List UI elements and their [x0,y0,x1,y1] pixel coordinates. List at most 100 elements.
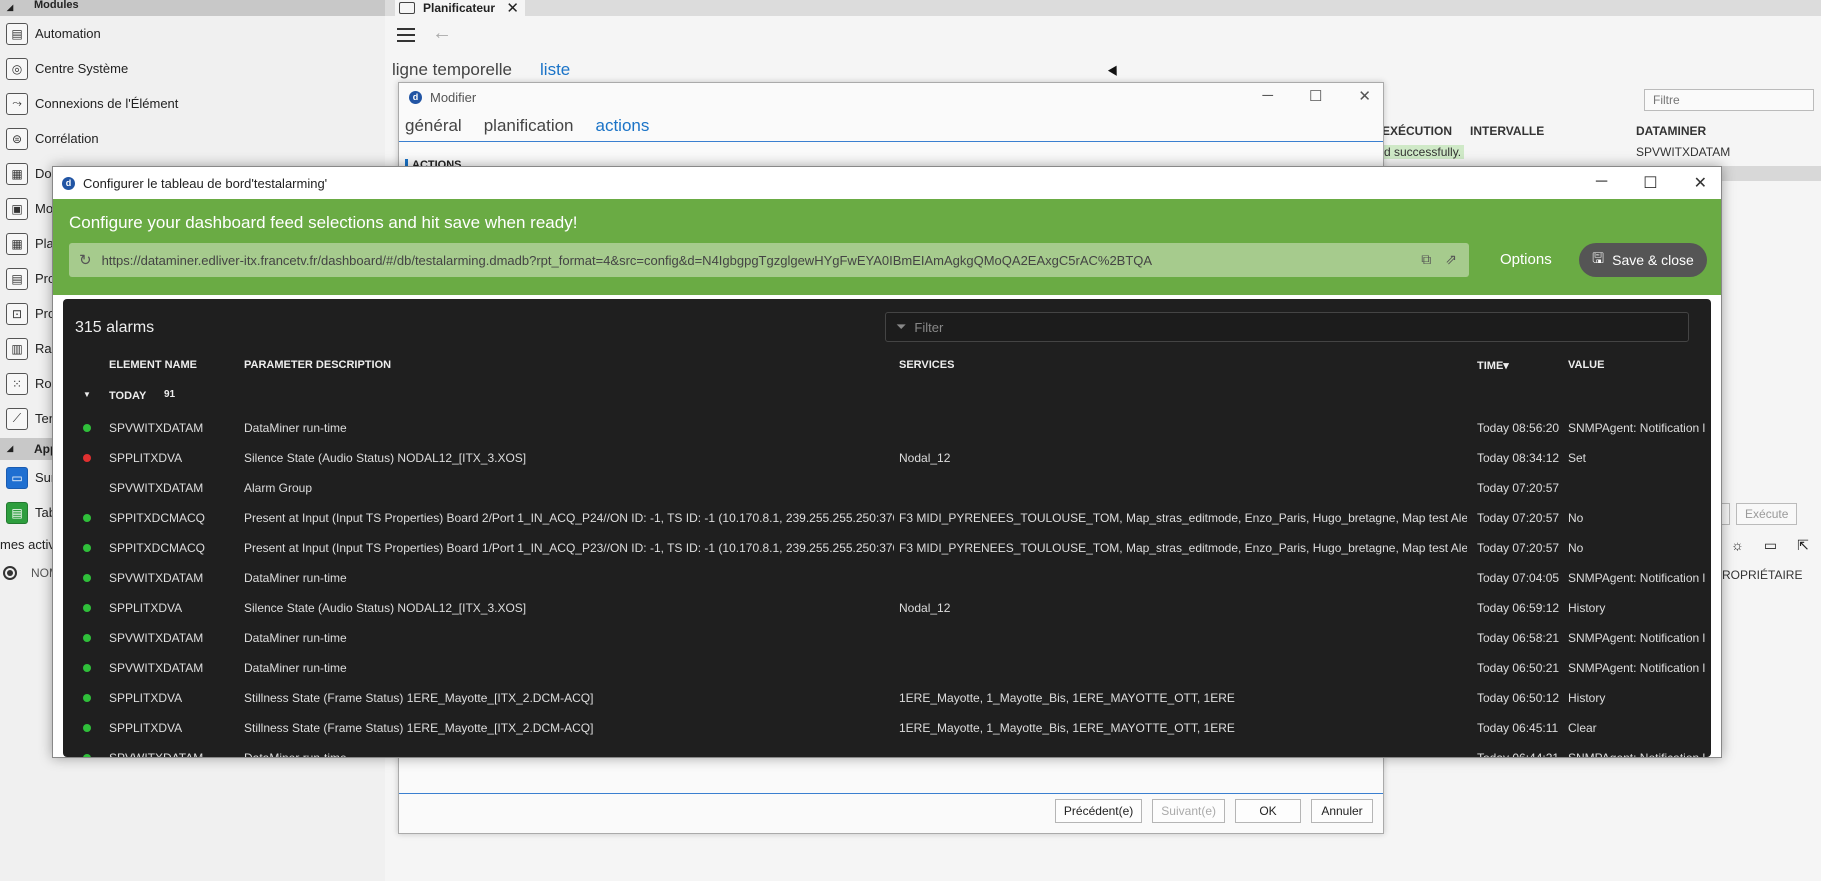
lightbulb-icon[interactable]: ☼ [1731,537,1744,554]
severity-dot-icon [83,454,91,462]
element-cell: SPVWITXDATAM [109,661,204,675]
refresh-icon[interactable]: ↻ [79,251,92,269]
calendar-icon: ▦ [6,232,28,255]
column-header-interval[interactable]: INTERVALLE [1464,124,1636,138]
tab-planification[interactable]: planification [484,116,574,136]
alarm-row[interactable]: SPPITXDCMACQ Present at Input (Input TS P… [63,503,1711,533]
time-cell: Today 06:44:21 [1477,751,1567,757]
column-header-execution[interactable]: EXÉCUTION [1382,124,1464,138]
close-icon[interactable]: ✕ [1694,173,1707,193]
severity-dot-icon [83,604,91,612]
options-button[interactable]: Options [1500,251,1552,268]
table-row[interactable]: d successfully. SPVWITXDATAM [1382,145,1730,159]
alarm-filter-placeholder: Filter [914,319,944,335]
alarm-row[interactable]: SPPLITXDVA Stillness State (Frame Status)… [63,713,1711,743]
ok-button[interactable]: OK [1235,799,1301,823]
severity-dot-icon [83,724,91,732]
document-icon: ▦ [6,162,28,185]
sidebar-item-label: Mo [35,201,54,216]
dashboard-url-field[interactable]: ↻ https://dataminer.edliver-itx.francetv… [69,243,1469,277]
connections-icon: ⤳ [6,92,28,115]
alarm-row[interactable]: SPVWITXDATAM Alarm Group Today 07:20:57 [63,473,1711,503]
severity-dot-icon [83,694,91,702]
modules-header[interactable]: ◢ Modules [0,0,385,16]
modify-titlebar[interactable]: d Modifier ─ ☐ ✕ [399,83,1383,111]
window-icon[interactable]: ▭ [1764,537,1777,554]
group-today[interactable]: ▼ TODAY 91 [63,384,1711,410]
column-header-dataminer[interactable]: DATAMINER [1636,124,1756,138]
sidebar-item-3[interactable]: ⊜ Corrélation [0,121,385,156]
value-cell: Set [1568,451,1587,465]
cancel-button[interactable]: Annuler [1311,799,1373,823]
owner-column-header[interactable]: ROPRIÉTAIRE [1722,568,1802,582]
tab-scheduler[interactable]: Planificateur ✕ [395,0,525,17]
time-cell: Today 07:20:57 [1477,541,1560,555]
tabs-divider [399,141,1383,142]
tab-general[interactable]: général [405,116,462,136]
collapse-triangle-icon[interactable]: ▼ [83,390,91,399]
group-label: TODAY [109,390,147,402]
collapse-triangle-icon: ◢ [7,3,14,12]
tab-timeline[interactable]: ligne temporelle [392,60,512,80]
alarm-row[interactable]: SPVWITXDATAM DataMiner run-time Today 06:5… [63,653,1711,683]
alarm-row[interactable]: SPVWITXDATAM DataMiner run-time Today 06:4… [63,743,1711,757]
sidebar-item-0[interactable]: ▤ Automation [0,16,385,51]
sidebar-item-2[interactable]: ⤳ Connexions de l'Élément [0,86,385,121]
element-cell: SPPLITXDVA [109,721,183,735]
tab-bar: Planificateur ✕ [385,0,1821,17]
menu-icon[interactable] [397,28,415,42]
tab-list[interactable]: liste [540,60,570,80]
parameter-cell: DataMiner run-time [244,661,347,675]
minimize-icon[interactable]: ─ [1596,173,1607,193]
element-cell: SPVWITXDATAM [109,421,204,435]
footer-divider [399,793,1383,794]
globe-icon: ◎ [6,57,28,80]
trend-icon: ⟋ [6,407,28,430]
alarm-row[interactable]: SPPLITXDVA Stillness State (Frame Status)… [63,683,1711,713]
close-icon[interactable]: ✕ [1358,87,1371,105]
maximize-icon[interactable]: ☐ [1309,87,1322,105]
column-header-time[interactable]: TIME▾ [1477,359,1567,372]
alarm-row[interactable]: SPVWITXDATAM DataMiner run-time Today 08:5… [63,413,1711,443]
copy-icon[interactable]: ⧉ [1421,251,1431,268]
alarm-filter-input[interactable]: ⏷ Filter [885,312,1689,342]
minimize-icon[interactable]: ─ [1262,87,1273,105]
back-arrow-icon[interactable]: ← [432,22,452,45]
open-external-icon[interactable]: ⇗ [1445,251,1457,268]
execute-button[interactable]: Exécute [1736,503,1798,525]
modify-footer: Précédent(e) Suivant(e) OK Annuler [1054,799,1373,823]
close-icon[interactable]: ✕ [506,0,519,17]
alarm-row[interactable]: SPVWITXDATAM DataMiner run-time Today 06:5… [63,623,1711,653]
next-button[interactable]: Suivant(e) [1152,799,1225,823]
alarm-row[interactable]: SPVWITXDATAM DataMiner run-time Today 07:0… [63,563,1711,593]
column-header-parameter[interactable]: PARAMETER DESCRIPTION [244,359,894,371]
alarm-row[interactable]: SPPITXDCMACQ Present at Input (Input TS P… [63,533,1711,563]
mouse-cursor-icon [1107,65,1122,79]
popout-icon[interactable]: ⇱ [1797,537,1809,554]
alarm-row[interactable]: SPPLITXDVA Silence State (Audio Status) N… [63,593,1711,623]
save-icon: 🖫 [1592,250,1605,266]
sidebar-item-1[interactable]: ◎ Centre Système [0,51,385,86]
alarm-row[interactable]: SPPLITXDVA Silence State (Audio Status) N… [63,443,1711,473]
radio-icon[interactable] [3,566,17,580]
maximize-icon[interactable]: ☐ [1643,173,1657,193]
tab-actions[interactable]: actions [596,116,650,136]
time-cell: Today 06:45:11 [1477,721,1559,735]
modify-tabs: général planification actions [399,111,1383,141]
services-cell: Nodal_12 [899,451,951,465]
severity-dot-icon [83,574,91,582]
value-cell: History [1568,601,1606,615]
column-header-value[interactable]: VALUE [1568,359,1711,371]
config-titlebar[interactable]: d Configurer le tableau de bord'testalar… [53,167,1721,199]
time-cell: Today 07:20:57 [1477,511,1560,525]
save-close-button[interactable]: 🖫 Save & close [1579,243,1707,277]
window-controls: ─ ☐ ✕ [1262,87,1371,105]
column-header-services[interactable]: SERVICES [899,359,1467,371]
alarm-rows: SPVWITXDATAM DataMiner run-time Today 08:5… [63,413,1711,757]
value-cell: SNMPAgent: Notification l [1568,661,1706,675]
column-header-element[interactable]: ELEMENT NAME [109,359,239,371]
filter-input[interactable] [1644,89,1814,111]
previous-button[interactable]: Précédent(e) [1054,799,1143,823]
severity-dot-icon [83,484,91,492]
parameter-cell: Alarm Group [244,481,313,495]
